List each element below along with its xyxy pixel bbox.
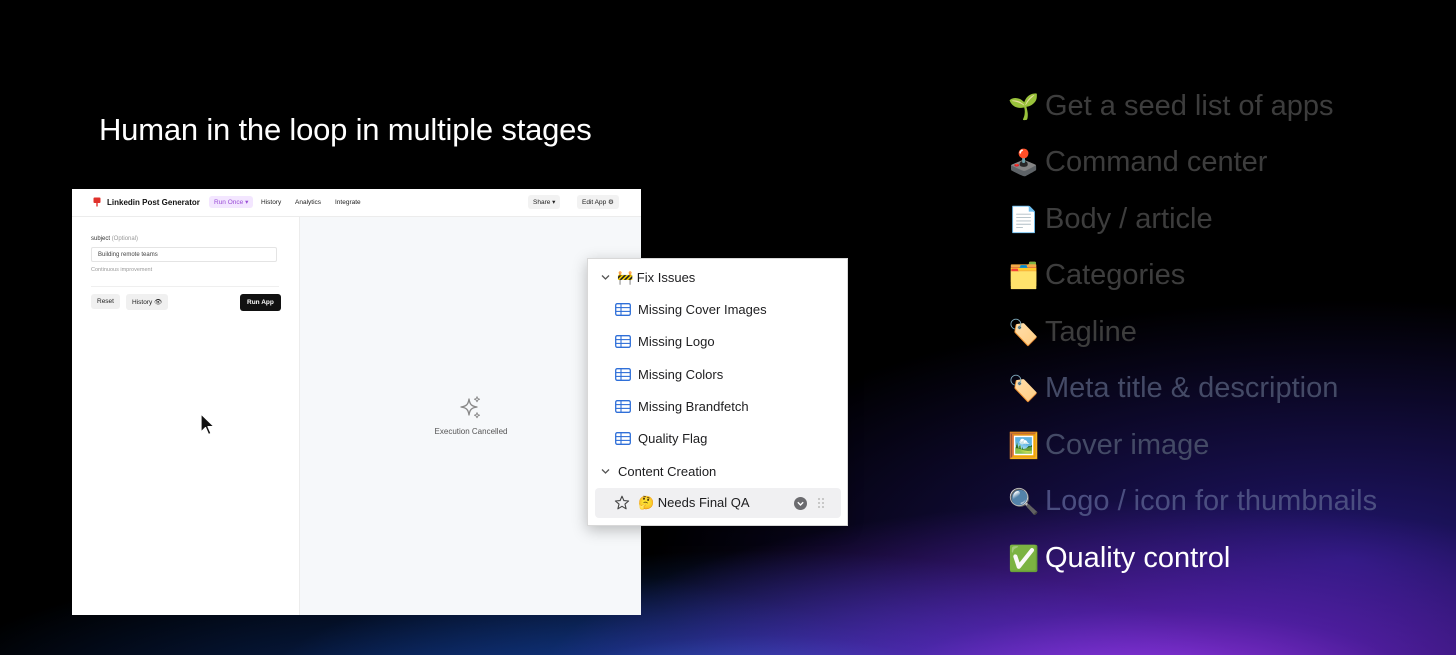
step-item: 🖼️ Cover image	[1008, 429, 1209, 462]
step-label: Tagline	[1045, 316, 1137, 348]
view-label: Missing Brandfetch	[638, 399, 749, 414]
chevron-down-icon	[601, 275, 610, 280]
view-label: Missing Colors	[638, 367, 724, 382]
step-emoji: ✅	[1008, 545, 1040, 573]
step-item: 🔍 Logo / icon for thumbnails	[1008, 485, 1377, 518]
nav-analytics-link[interactable]: Analytics	[295, 199, 321, 206]
run-once-dropdown[interactable]: Run Once ▾	[209, 196, 254, 208]
share-button[interactable]: Share ▾	[528, 195, 561, 209]
step-label: Get a seed list of apps	[1045, 90, 1334, 122]
divider	[91, 286, 279, 287]
view-label: Quality Flag	[638, 431, 708, 446]
step-item-active: ✅ Quality control	[1008, 542, 1230, 575]
step-item: 🌱 Get a seed list of apps	[1008, 90, 1334, 123]
app-name: Linkedin Post Generator	[107, 198, 200, 207]
step-emoji: 🕹️	[1008, 149, 1040, 177]
step-label: Categories	[1045, 259, 1186, 291]
grid-view-icon	[615, 335, 631, 348]
sparkles-icon	[460, 396, 480, 419]
mouse-pointer-icon	[200, 413, 215, 436]
step-emoji: 🖼️	[1008, 432, 1040, 460]
step-item: 📄 Body / article	[1008, 203, 1213, 236]
view-label: Missing Cover Images	[638, 302, 767, 317]
field-optional-text: (Optional)	[111, 236, 139, 242]
slide-title: Human in the loop in multiple stages	[99, 112, 592, 147]
step-emoji: 📄	[1008, 206, 1040, 234]
step-emoji: 🌱	[1008, 93, 1040, 121]
view-item-quality-flag[interactable]: Quality Flag	[588, 427, 847, 451]
history-button[interactable]: History 👁	[126, 294, 169, 310]
step-emoji: 🔍	[1008, 488, 1040, 516]
view-item-missing-colors[interactable]: Missing Colors	[588, 363, 847, 387]
step-label: Quality control	[1045, 542, 1231, 574]
edit-app-button[interactable]: Edit App ⚙	[577, 195, 619, 209]
execution-status: Execution Cancelled	[434, 427, 508, 436]
step-label: Cover image	[1045, 429, 1210, 461]
pin-icon	[93, 197, 101, 207]
star-icon[interactable]	[614, 495, 630, 511]
subject-field-label: subject (Optional)	[91, 236, 138, 242]
step-emoji: 🏷️	[1008, 375, 1040, 403]
step-label: Meta title & description	[1045, 372, 1339, 404]
nav-history-link[interactable]: History	[261, 199, 281, 206]
step-emoji: 🗂️	[1008, 262, 1040, 290]
subject-input[interactable]: Building remote teams	[91, 247, 277, 262]
chevron-circle-icon[interactable]	[794, 497, 807, 510]
group-header-fix-issues[interactable]: 🚧 Fix Issues	[588, 266, 847, 290]
step-label: Body / article	[1045, 203, 1213, 235]
step-item: 🕹️ Command center	[1008, 146, 1267, 179]
drag-handle-icon[interactable]	[817, 497, 825, 509]
run-app-button[interactable]: Run App	[240, 294, 281, 311]
field-hint: Continuous improvement	[91, 267, 153, 273]
app-window: Linkedin Post Generator Run Once ▾ Histo…	[72, 189, 641, 615]
step-label: Logo / icon for thumbnails	[1045, 485, 1378, 517]
group-label: 🚧 Fix Issues	[617, 270, 696, 285]
view-label: 🤔 Needs Final QA	[638, 495, 750, 510]
chevron-down-icon	[601, 469, 610, 474]
grid-view-icon	[615, 400, 631, 413]
input-panel: subject (Optional) Building remote teams…	[72, 217, 299, 615]
grid-view-icon	[615, 432, 631, 445]
step-label: Command center	[1045, 146, 1268, 178]
grid-view-icon	[615, 303, 631, 316]
group-header-content-creation[interactable]: Content Creation	[588, 460, 847, 484]
view-label: Missing Logo	[638, 334, 715, 349]
step-item: 🏷️ Meta title & description	[1008, 372, 1338, 405]
nav-integrate-link[interactable]: Integrate	[335, 199, 361, 206]
group-label: Content Creation	[618, 464, 717, 479]
view-item-missing-brandfetch[interactable]: Missing Brandfetch	[588, 395, 847, 419]
view-item-missing-logo[interactable]: Missing Logo	[588, 330, 847, 354]
step-emoji: 🏷️	[1008, 319, 1040, 347]
step-item: 🏷️ Tagline	[1008, 316, 1137, 349]
grid-view-icon	[615, 368, 631, 381]
reset-button[interactable]: Reset	[91, 294, 120, 309]
field-label-text: subject	[91, 236, 111, 242]
views-popup-menu: 🚧 Fix Issues Missing Cover Images Missin…	[587, 258, 848, 526]
view-item-needs-final-qa[interactable]: 🤔 Needs Final QA	[595, 488, 841, 518]
view-item-missing-cover-images[interactable]: Missing Cover Images	[588, 298, 847, 322]
app-navbar: Linkedin Post Generator Run Once ▾ Histo…	[72, 189, 641, 217]
step-item: 🗂️ Categories	[1008, 259, 1185, 292]
